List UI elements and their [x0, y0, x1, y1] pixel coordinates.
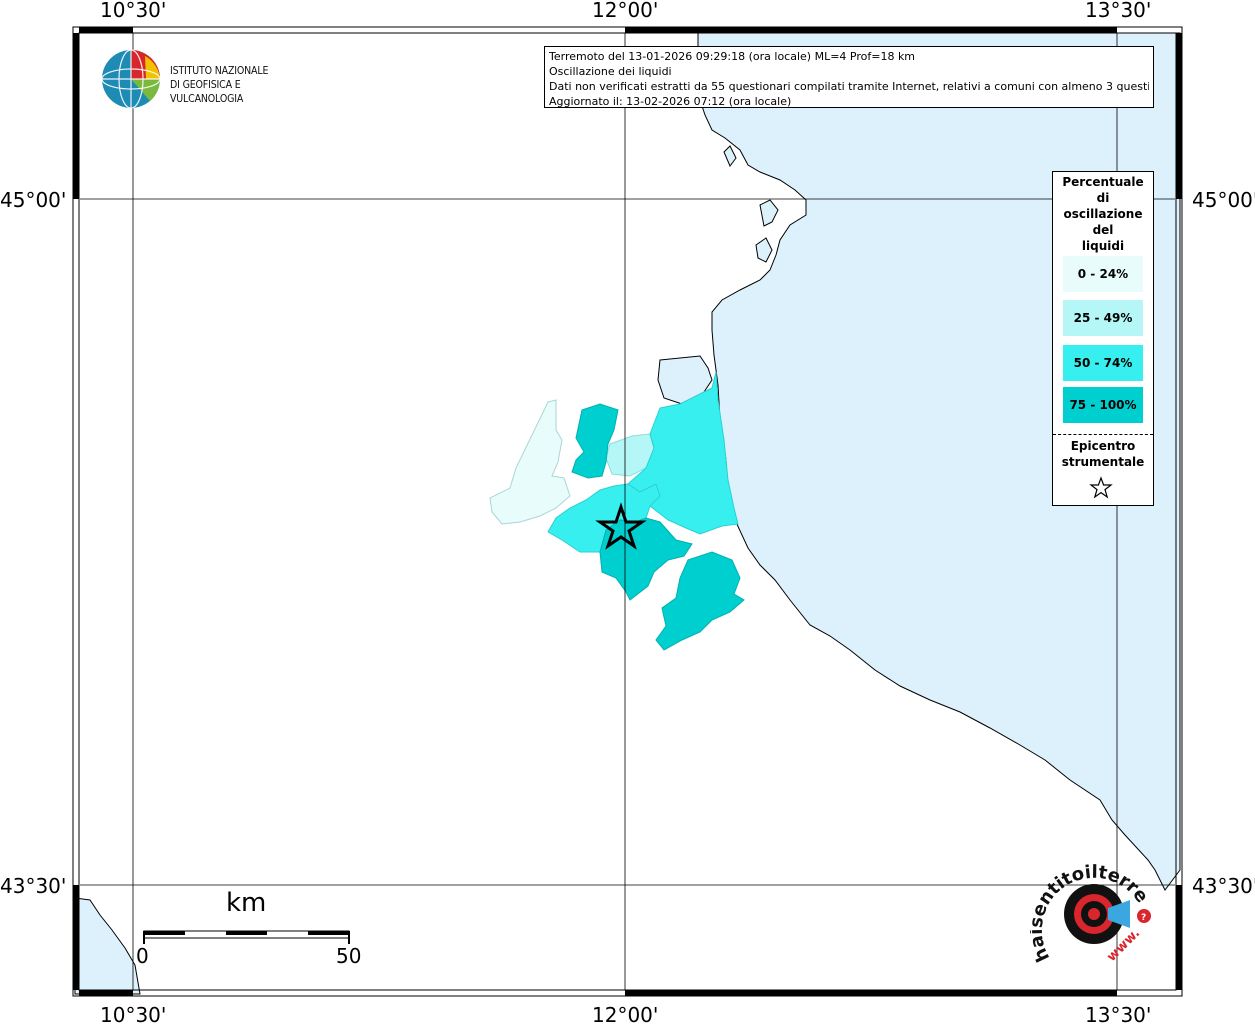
legend-class-50-74: 50 - 74%	[1063, 345, 1143, 381]
legend-epicenter-line-1: Epicentro	[1070, 439, 1136, 453]
scale-bar-min: 0	[136, 944, 149, 968]
legend-class-0-24-label: 0 - 24%	[1077, 267, 1129, 281]
seismic-speaker-icon: haisentitoilterremoto.it www. ?	[1021, 846, 1153, 965]
legend-title: Percentuale di oscillazione del liquidi	[1053, 174, 1153, 254]
globe-icon	[101, 49, 161, 109]
lon-label-bottom-1: 10°30'	[100, 1003, 167, 1027]
legend-class-50-74-label: 50 - 74%	[1073, 356, 1133, 370]
legend-title-line-4: del	[1092, 223, 1114, 237]
legend-title-line-2: di	[1096, 191, 1110, 205]
scale-bar-graphic	[143, 930, 350, 944]
scale-bar-max: 50	[336, 944, 362, 968]
hst-logo: haisentitoilterremoto.it www. ?	[1021, 846, 1160, 982]
lon-label-top-2: 12°00'	[592, 0, 659, 22]
legend: Percentuale di oscillazione del liquidi …	[1052, 171, 1154, 506]
ingv-logo-line-2: DI GEOFISICA E VULCANOLOGIA	[170, 78, 244, 105]
lon-label-bottom-2: 12°00'	[592, 1003, 659, 1027]
event-info-line-4: Aggiornato il: 13-02-2026 07:12 (ora loc…	[549, 95, 792, 108]
lat-label-left-2: 43°30'	[0, 874, 67, 898]
event-info-line-2: Oscillazione dei liquidi	[549, 65, 672, 78]
event-info-line-3: Dati non verificati estratti da 55 quest…	[549, 80, 1149, 93]
legend-title-line-3: oscillazione	[1063, 207, 1143, 221]
ingv-logo-text: ISTITUTO NAZIONALE DI GEOFISICA E VULCAN…	[170, 64, 308, 106]
legend-class-0-24: 0 - 24%	[1063, 256, 1143, 292]
scale-bar: km 0 50	[130, 888, 370, 968]
lat-label-right-1: 45°00'	[1192, 188, 1255, 212]
legend-title-line-5: liquidi	[1081, 239, 1125, 253]
legend-class-25-49-label: 25 - 49%	[1073, 311, 1133, 325]
lon-label-bottom-3: 13°30'	[1085, 1003, 1152, 1027]
event-info-line-1: Terremoto del 13-01-2026 09:29:18 (ora l…	[549, 50, 916, 63]
legend-epicenter-title: Epicentro strumentale	[1053, 438, 1153, 470]
ingv-logo: ISTITUTO NAZIONALE DI GEOFISICA E VULCAN…	[100, 48, 330, 112]
lon-label-top-3: 13°30'	[1085, 0, 1152, 22]
lon-label-top-1: 10°30'	[100, 0, 167, 22]
legend-class-25-49: 25 - 49%	[1063, 300, 1143, 336]
legend-epicenter-line-2: strumentale	[1061, 455, 1145, 469]
lat-label-right-2: 43°30'	[1192, 874, 1255, 898]
ingv-logo-line-1: ISTITUTO NAZIONALE	[170, 64, 269, 77]
legend-class-75-100-label: 75 - 100%	[1069, 398, 1137, 412]
star-icon	[1089, 476, 1113, 499]
event-info-box: Terremoto del 13-01-2026 09:29:18 (ora l…	[544, 46, 1154, 108]
legend-title-line-1: Percentuale	[1062, 175, 1144, 189]
svg-text:?: ?	[1141, 913, 1146, 923]
lat-label-left-1: 45°00'	[0, 188, 67, 212]
legend-divider	[1053, 434, 1153, 435]
legend-class-75-100: 75 - 100%	[1063, 387, 1143, 423]
